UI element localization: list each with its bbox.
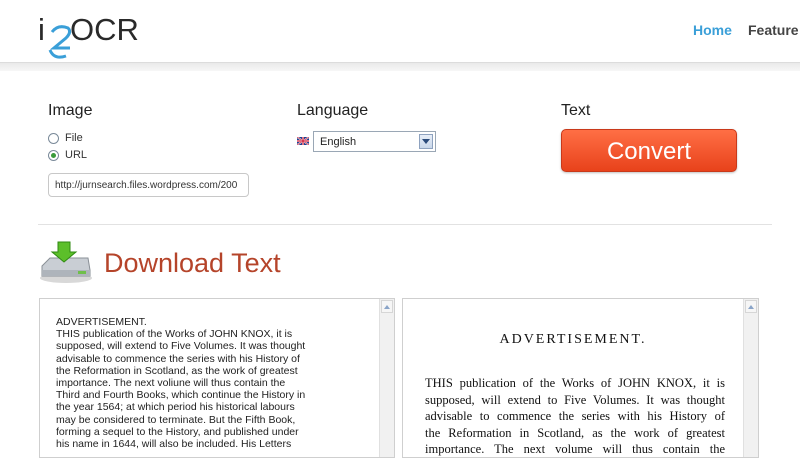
ocr-line: his name in 1644, will also be included.… [56,438,292,451]
ocr-line: advisable to commence the series with hi… [56,352,300,365]
nav-home[interactable]: Home [693,22,732,38]
radio-file-button[interactable] [48,132,59,144]
scroll-up-icon[interactable] [745,300,757,313]
radio-url-label: URL [65,149,88,161]
image-label: Image [48,102,93,119]
language-select[interactable]: English [313,131,436,152]
ocr-line: importance. The next voliune will thus c… [56,377,286,390]
scan-body: THIS publication of the Works of JOHN KN… [425,375,725,457]
nav-feature[interactable]: Feature [748,22,799,38]
radio-file[interactable]: File [48,132,83,144]
header: i OCR Home Feature [0,0,800,62]
ocr-line: Third and Fourth Books, which continue t… [56,389,306,402]
radio-file-label: File [65,132,83,144]
ocr-text: ADVERTISEMENT. THIS publication of the Wo… [56,316,326,450]
scan-line: THIS publication of the Works of JOHN KN… [425,376,725,390]
language-label: Language [297,102,369,119]
ocr-line: the Reformation in Scotland, as the work… [56,364,298,377]
download-title: Download Text [104,248,281,278]
scan-line: importance. The next volume will thus co… [425,442,725,456]
ocr-scrollbar[interactable] [379,299,394,457]
radio-url[interactable]: URL [48,149,87,161]
logo-ocr: OCR [70,12,139,47]
scroll-up-icon[interactable] [381,300,393,313]
scan-line: the Reformation in Scotland, as the work… [425,425,725,440]
ocr-line: ADVERTISEMENT. [56,316,147,328]
text-label: Text [561,102,591,119]
ocr-line: THIS publication of the Works of JOHN KN… [56,328,293,341]
ocr-text-area[interactable]: ADVERTISEMENT. THIS publication of the Wo… [39,298,395,458]
scan-line: advisable to commence the series with hi… [425,409,725,423]
url-input[interactable]: http://jurnsearch.files.wordpress.com/20… [48,173,249,197]
radio-url-button[interactable] [48,149,59,161]
image-scrollbar[interactable] [743,299,758,457]
logo-i: i [38,12,45,47]
logo[interactable]: i OCR [38,8,158,59]
scan-title: ADVERTISEMENT. [499,332,647,347]
chevron-down-icon[interactable] [419,134,433,149]
ocr-line: the year 1564; at which period his histo… [56,401,295,414]
ocr-line: forming a sequel to the History, and pub… [56,425,299,438]
ocr-line: may be considered to terminate. But the … [56,413,296,426]
uk-flag-icon [297,137,309,145]
language-selected-value: English [320,136,357,148]
download-drive-icon [40,241,92,283]
scan-line: supposed, will extend to Five Volumes. I… [425,392,725,407]
convert-button[interactable]: Convert [561,129,737,172]
section-divider [38,224,772,225]
scanned-image-pane[interactable]: ADVERTISEMENT. THIS publication of the W… [402,298,759,458]
ocr-line: supposed, will extend to Five Volumes. I… [56,340,306,353]
header-divider [0,62,800,71]
